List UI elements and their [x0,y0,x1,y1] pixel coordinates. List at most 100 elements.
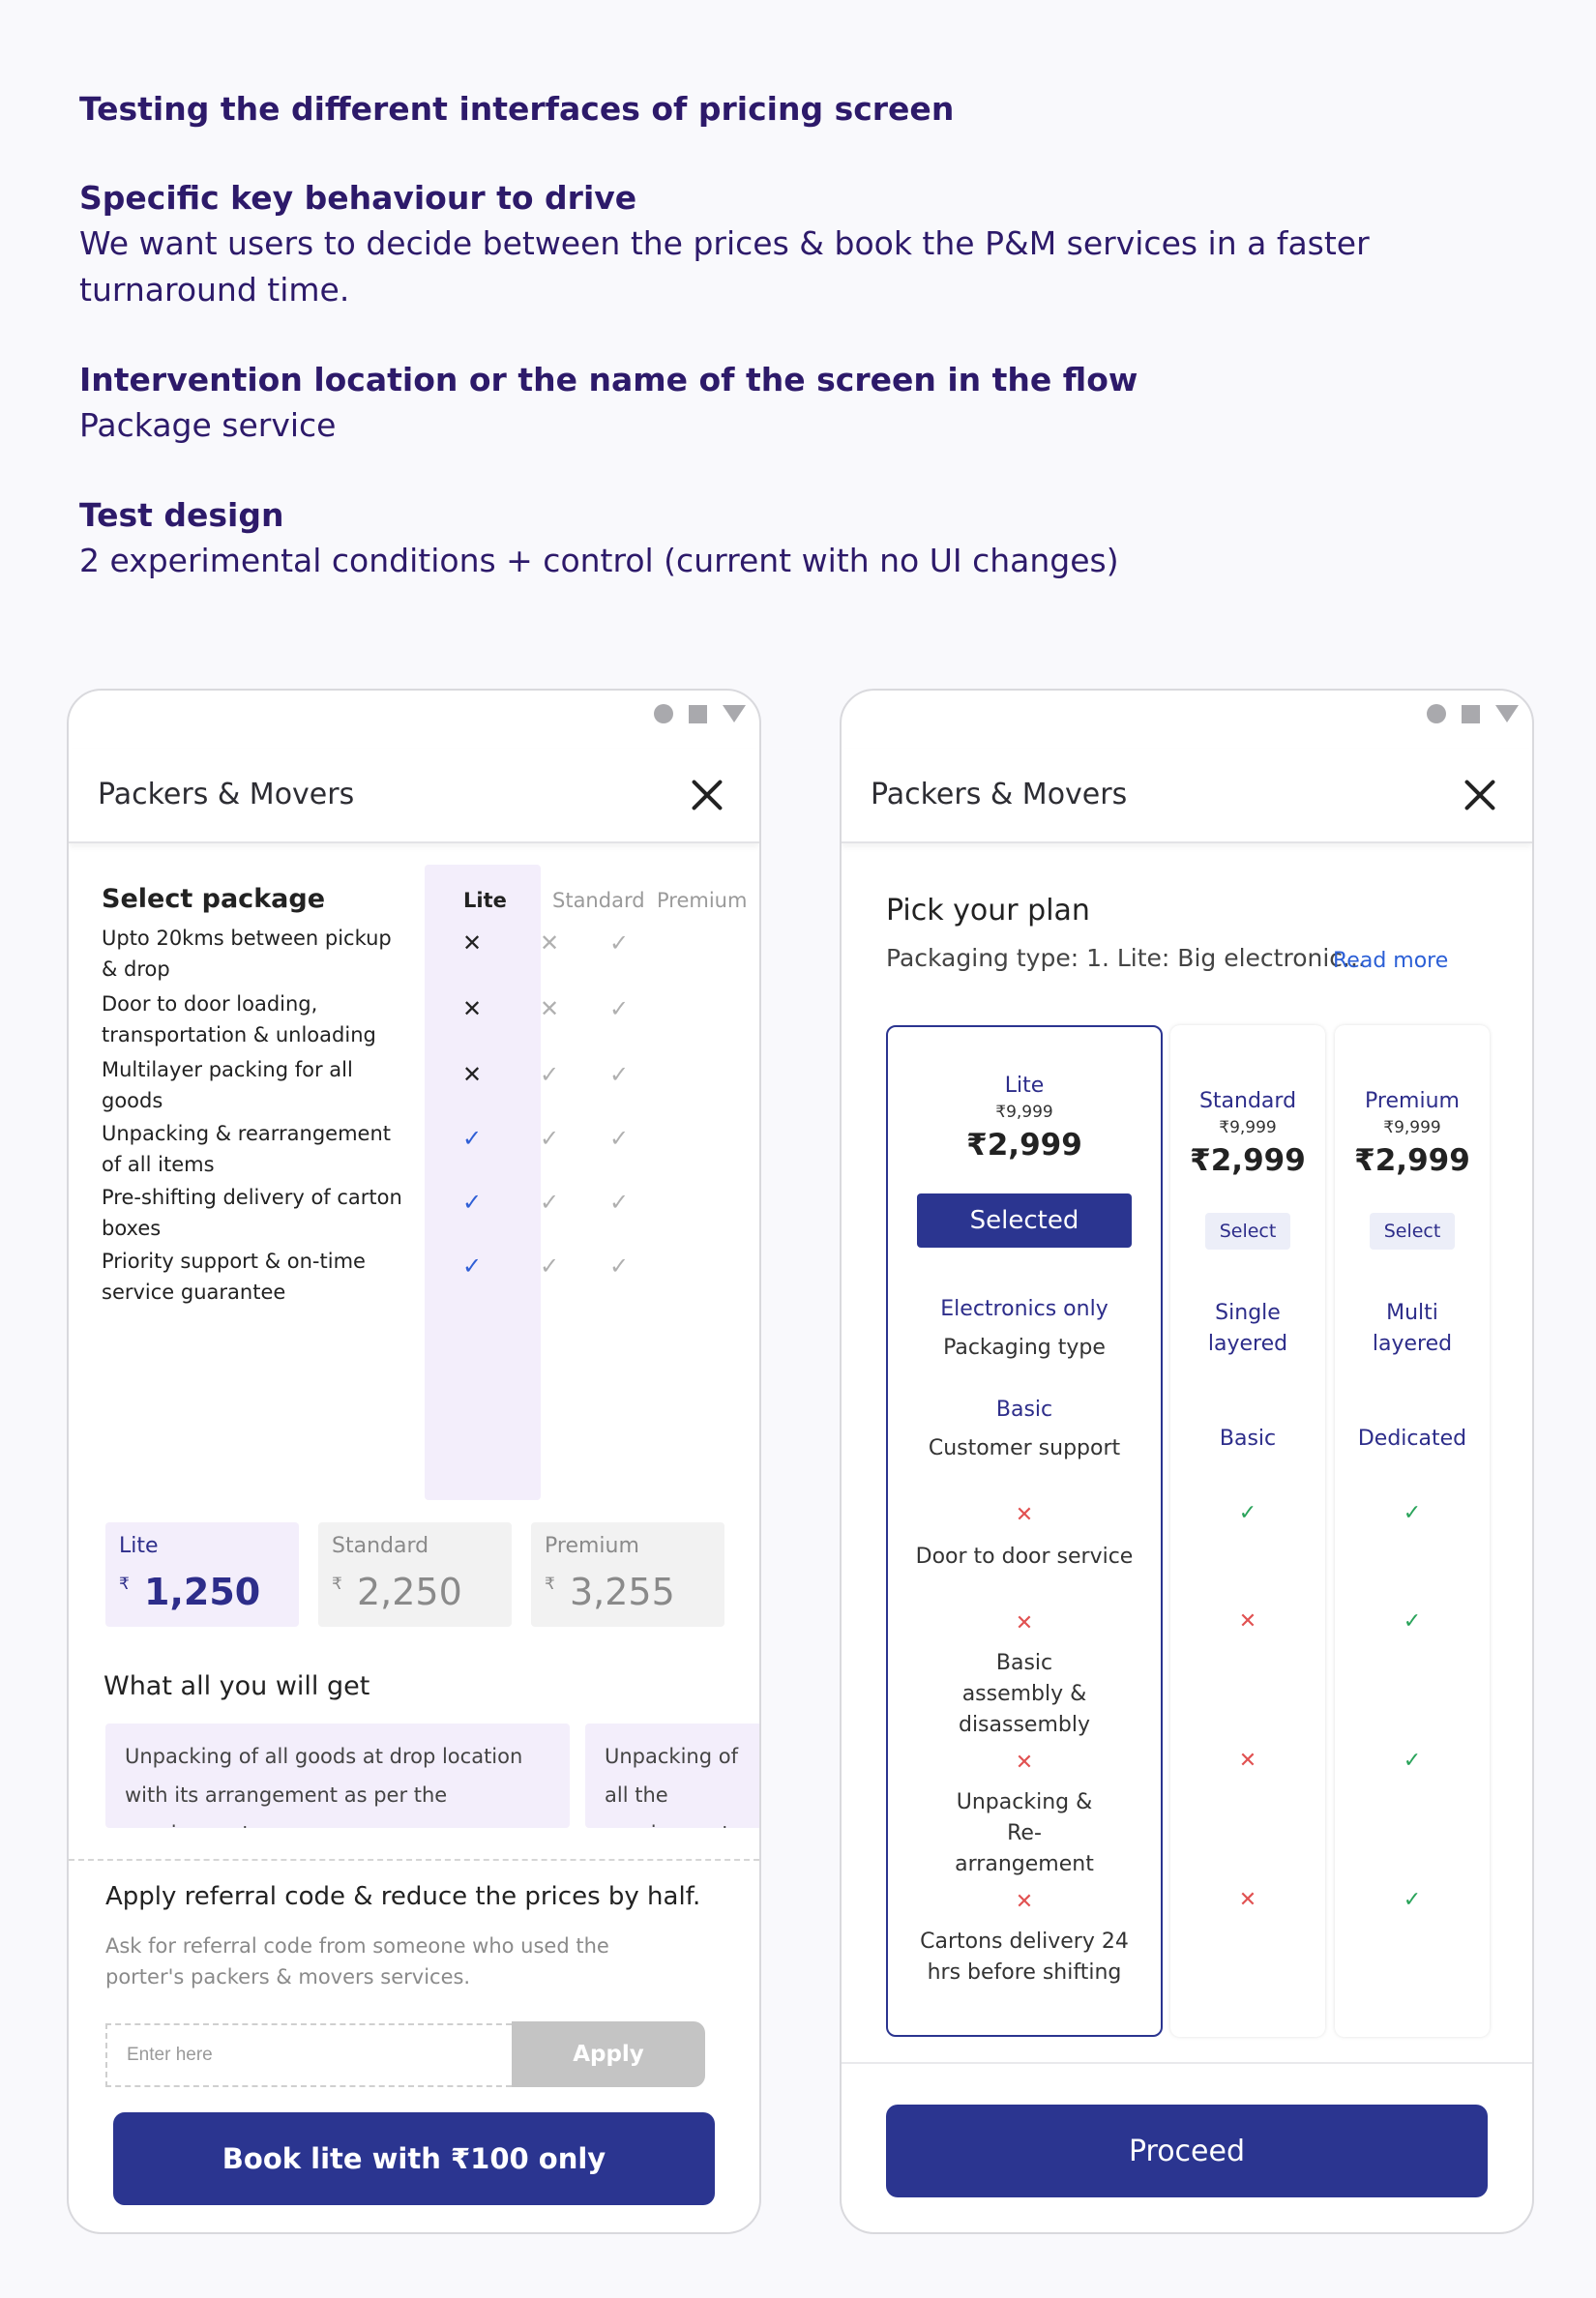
cross-icon: ✕ [539,929,560,957]
phone-variant-2: Packers & Movers Pick your plan Packagin… [840,689,1534,2234]
feature-row-label: Priority support & on-time service guara… [102,1250,366,1304]
unpacking-status-icon: ✓ [1403,1749,1422,1773]
cross-icon: ✕ [539,995,560,1022]
plan-old-price: ₹9,999 [995,1103,1053,1122]
check-icon: ✓ [539,1252,560,1280]
assembly-label: Basic assembly & disassembly [958,1651,1090,1737]
plan-support-value: Basic [995,1398,1053,1422]
check-icon: ✓ [608,1252,630,1280]
check-icon: ✓ [608,929,630,957]
square-icon [689,704,707,723]
benefit-card: Unpacking of all the requirement [585,1724,759,1828]
brief-design-heading: Test design [79,496,284,534]
plan-support-value: Dedicated [1357,1427,1467,1451]
select-button[interactable]: Select [1205,1213,1290,1250]
unpacking-status-icon: ✕ [1238,1749,1257,1773]
what-you-get-heading: What all you will get [103,1671,370,1701]
square-icon [1462,704,1480,723]
cartons-label: Cartons delivery 24 hrs before shifting [920,1930,1129,1985]
column-standard[interactable]: Standard [552,889,645,912]
close-icon[interactable] [690,778,724,812]
door-status-icon: ✓ [1238,1501,1257,1525]
circle-icon [654,704,673,723]
selected-button[interactable]: Selected [917,1193,1132,1248]
brief-design-text: 2 experimental conditions + control (cur… [79,542,1119,579]
benefit-card: Unpacking of all goods at drop location … [105,1724,570,1828]
assembly-status-icon: ✕ [1015,1611,1034,1635]
rupee-symbol: ₹ [119,1575,130,1594]
proceed-button[interactable]: Proceed [886,2105,1488,2197]
rupee-symbol: ₹ [332,1575,342,1594]
assembly-status-icon: ✕ [1238,1609,1257,1634]
cartons-status-icon: ✕ [1238,1888,1257,1912]
feature-row-label: Multilayer packing for all goods [102,1058,353,1112]
plan-packaging-value: Multi layered [1372,1301,1453,1356]
divider [842,2062,1532,2064]
plan-packaging-value: Single layered [1207,1301,1288,1356]
cross-icon: ✕ [461,1061,483,1088]
unpacking-status-icon: ✕ [1015,1751,1034,1775]
feature-row-label: Upto 20kms between pickup & drop [102,927,392,981]
select-button[interactable]: Select [1370,1213,1455,1250]
triangle-icon [1495,705,1519,722]
plan-old-price: ₹9,999 [1383,1118,1441,1137]
referral-subtitle: Ask for referral code from someone who u… [105,1934,609,1989]
price-card-standard[interactable]: Standard ₹ 2,250 [318,1522,512,1627]
plan-support-value: Basic [1219,1427,1277,1451]
book-lite-button[interactable]: Book lite with ₹100 only [113,2112,715,2205]
cartons-status-icon: ✕ [1015,1890,1034,1914]
triangle-icon [723,705,746,722]
column-lite[interactable]: Lite [463,889,507,912]
apply-button[interactable]: Apply [512,2021,705,2087]
cartons-status-icon: ✓ [1403,1888,1422,1912]
column-premium[interactable]: Premium [657,889,747,912]
price-card-name: Lite [119,1534,159,1558]
check-icon: ✓ [608,1125,630,1152]
check-icon: ✓ [608,1061,630,1088]
check-icon: ✓ [539,1189,560,1216]
circle-icon [1427,704,1446,723]
price-card-lite[interactable]: Lite ₹ 1,250 [105,1522,299,1627]
brief-location-text: Package service [79,406,337,444]
plan-price: ₹2,999 [966,1128,1082,1163]
plan-card-lite[interactable]: Lite ₹9,999 ₹2,999 Selected Electronics … [886,1025,1163,2037]
plan-price: ₹2,999 [1190,1143,1306,1178]
price-value: 2,250 [357,1571,462,1613]
brief-behaviour-text: We want users to decide between the pric… [79,224,1370,309]
brief-location-heading: Intervention location or the name of the… [79,361,1138,398]
feature-row-label: Door to door loading, transportation & u… [102,992,376,1046]
lite-column-highlight [425,865,541,1500]
referral-code-input[interactable]: Enter here [105,2023,512,2087]
check-icon: ✓ [539,1061,560,1088]
price-card-name: Premium [545,1534,639,1558]
cross-icon: ✕ [461,929,483,957]
door-status-icon: ✓ [1403,1501,1422,1525]
check-icon: ✓ [539,1125,560,1152]
check-icon: ✓ [461,1125,483,1152]
rupee-symbol: ₹ [545,1575,555,1594]
plan-name: Lite [1004,1074,1045,1098]
divider [69,1859,759,1861]
price-card-premium[interactable]: Premium ₹ 3,255 [531,1522,724,1627]
plan-name: Premium [1365,1089,1460,1113]
app-header: Packers & Movers [842,749,1532,843]
check-icon: ✓ [608,1189,630,1216]
referral-title: Apply referral code & reduce the prices … [105,1882,701,1911]
select-package-heading: Select package [102,884,326,914]
packaging-type-label: Packaging type [943,1336,1106,1360]
plan-packaging-value: Electronics only [940,1297,1108,1321]
feature-row-label: Unpacking & rearrangement of all items [102,1122,391,1176]
research-brief: Testing the different interfaces of pric… [79,87,1511,629]
close-icon[interactable] [1463,778,1497,812]
page-title: Packers & Movers [871,778,1128,811]
status-bar [654,704,746,723]
cross-icon: ✕ [461,995,483,1022]
packaging-type-text: Packaging type: 1. Lite: Big electronic.… [886,944,1366,972]
status-bar [1427,704,1519,723]
unpacking-label: Unpacking & Re-arrangement [955,1790,1094,1876]
plan-card-premium[interactable]: Premium ₹9,999 ₹2,999 Select Multi layer… [1335,1025,1490,2037]
brief-behaviour-heading: Specific key behaviour to drive [79,179,637,217]
plan-card-standard[interactable]: Standard ₹9,999 ₹2,999 Select Single lay… [1170,1025,1325,2037]
read-more-link[interactable]: Read more [1333,949,1448,973]
door-status-icon: ✕ [1015,1503,1034,1527]
